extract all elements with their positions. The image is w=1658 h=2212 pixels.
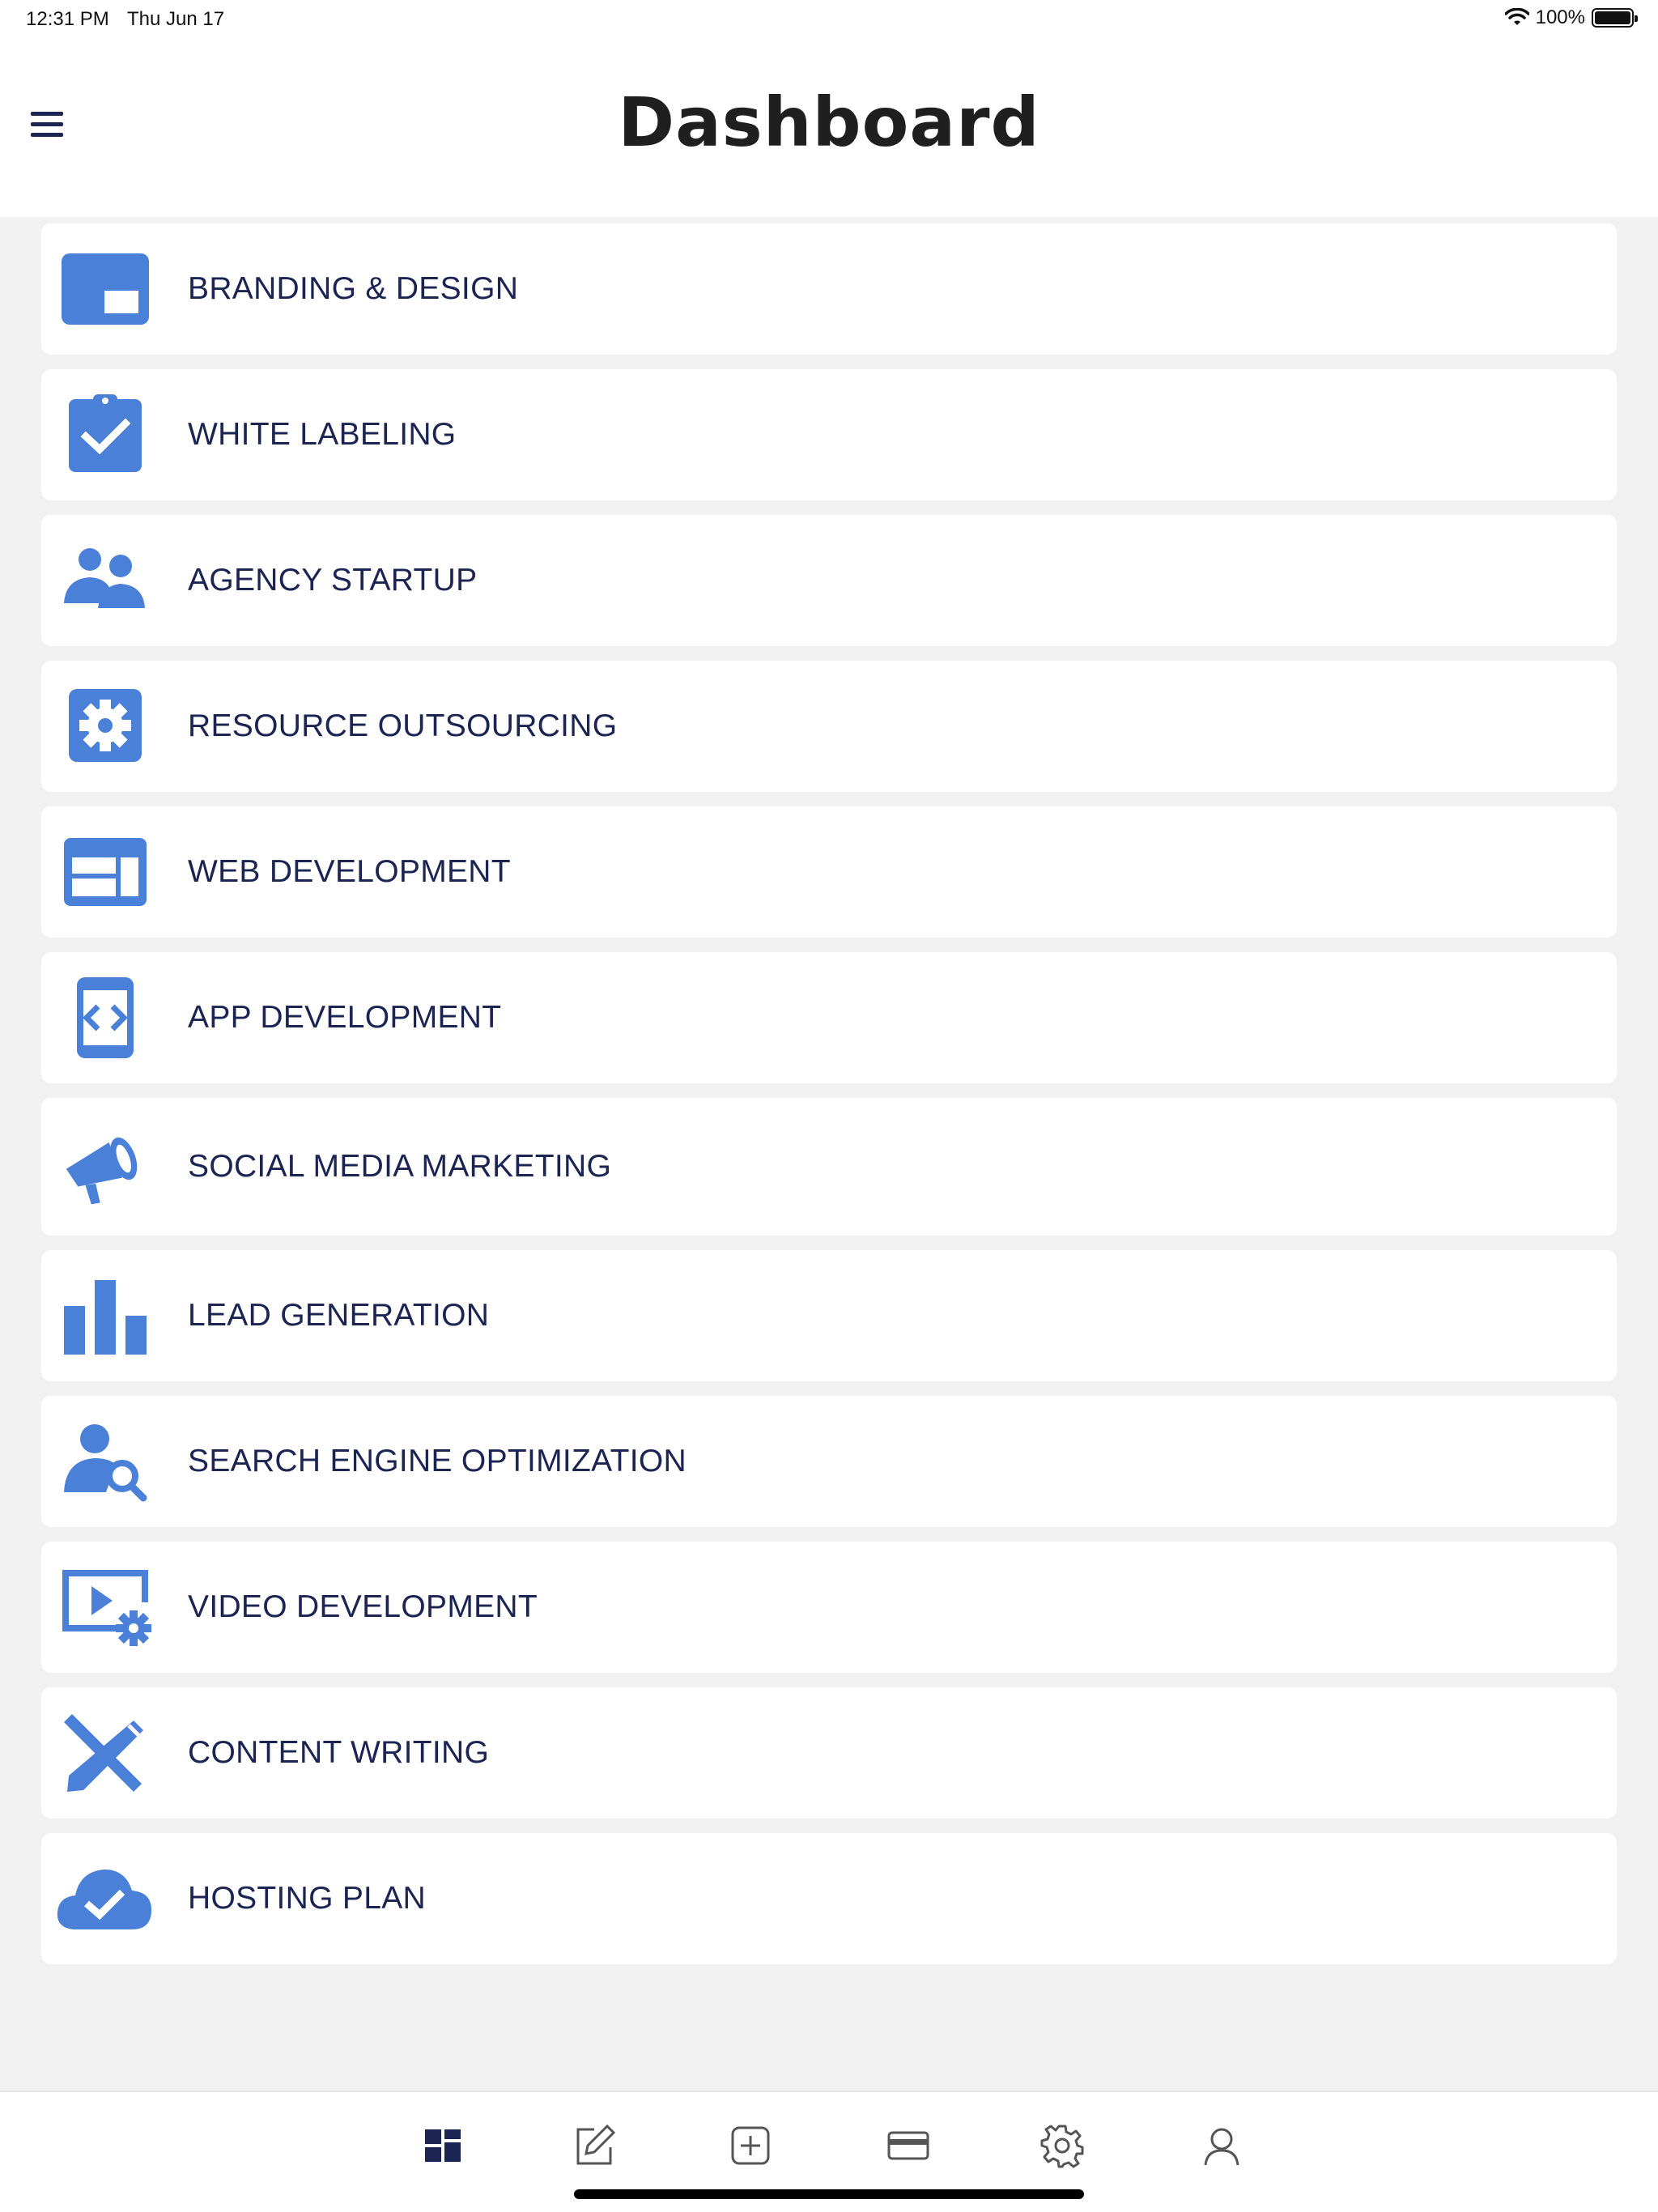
battery-icon [1592,8,1638,28]
service-label: RESOURCE OUTSOURCING [188,708,618,743]
wifi-icon [1504,8,1529,25]
user-search-icon [59,1421,151,1502]
service-resource-outsourcing[interactable]: RESOURCE OUTSOURCING [41,661,1617,792]
cloud-check-icon [54,1858,155,1939]
service-web-development[interactable]: WEB DEVELOPMENT [41,806,1617,938]
battery-percent: 100% [1535,6,1585,28]
add-square-icon[interactable] [726,2121,775,2170]
service-content-writing[interactable]: CONTENT WRITING [41,1687,1617,1819]
service-label: APP DEVELOPMENT [188,1000,502,1035]
header: Dashboard [0,40,1658,217]
status-indicators: 100% [1504,6,1638,29]
service-lead-generation[interactable]: LEAD GENERATION [41,1250,1617,1381]
service-label: SOCIAL MEDIA MARKETING [188,1149,612,1184]
status-date: Thu Jun 17 [127,8,225,30]
settings-icon[interactable] [1038,2121,1086,2170]
service-label: AGENCY STARTUP [188,563,478,598]
service-label: VIDEO DEVELOPMENT [188,1589,538,1624]
service-branding-design[interactable]: BRANDING & DESIGN [41,223,1617,355]
service-label: WHITE LABELING [188,417,457,452]
dashboard-icon[interactable] [419,2121,467,2170]
web-layout-icon [59,832,151,912]
branding-icon [59,249,151,330]
service-label: BRANDING & DESIGN [188,271,519,306]
service-seo[interactable]: SEARCH ENGINE OPTIMIZATION [41,1396,1617,1527]
service-label: CONTENT WRITING [188,1735,490,1770]
bar-chart-icon [59,1275,151,1356]
service-video-development[interactable]: VIDEO DEVELOPMENT [41,1542,1617,1673]
service-label: WEB DEVELOPMENT [188,854,511,889]
megaphone-icon [59,1122,151,1211]
service-label: SEARCH ENGINE OPTIMIZATION [188,1444,687,1478]
profile-icon[interactable] [1197,2121,1246,2170]
edit-icon[interactable] [570,2121,619,2170]
pencil-ruler-icon [59,1712,151,1793]
clipboard-check-icon [59,394,151,475]
service-label: LEAD GENERATION [188,1298,490,1333]
service-app-development[interactable]: APP DEVELOPMENT [41,952,1617,1083]
service-label: HOSTING PLAN [188,1881,426,1916]
users-icon [59,540,151,621]
home-indicator[interactable] [574,2189,1084,2199]
mobile-code-icon [59,977,151,1058]
video-settings-icon [59,1567,151,1648]
credit-card-icon[interactable] [884,2121,933,2170]
service-agency-startup[interactable]: AGENCY STARTUP [41,515,1617,646]
service-white-labeling[interactable]: WHITE LABELING [41,369,1617,500]
page-title: Dashboard [618,83,1040,162]
status-bar: 12:31 PM Thu Jun 17 100% [0,0,1658,40]
gear-box-icon [59,686,151,767]
status-time: 12:31 PM [26,8,109,30]
services-list: BRANDING & DESIGN WHITE LABELING AGENCY … [41,223,1617,1979]
service-hosting-plan[interactable]: HOSTING PLAN [41,1833,1617,1964]
service-social-media-marketing[interactable]: SOCIAL MEDIA MARKETING [41,1098,1617,1236]
